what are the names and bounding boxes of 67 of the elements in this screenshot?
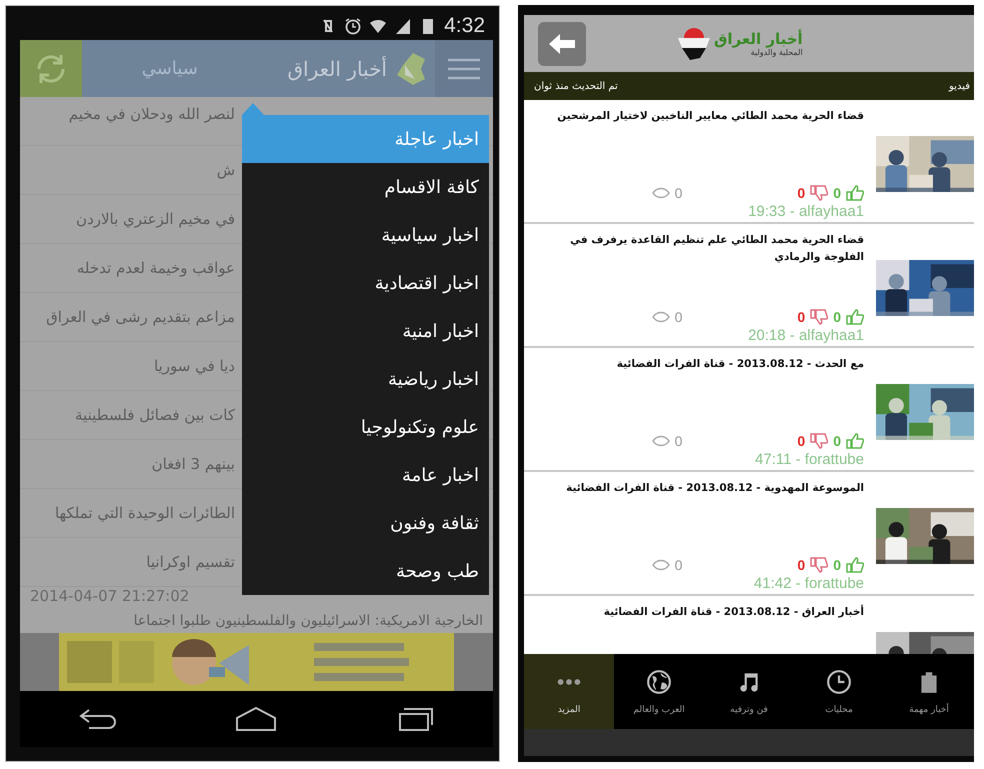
video-meta: 20:18 - alfayhaa1 <box>748 327 864 344</box>
eye-icon <box>652 433 670 449</box>
section-title: سياسي <box>140 58 199 79</box>
arrow-icon <box>549 34 575 54</box>
menu-item[interactable]: اخبار عامة <box>242 451 489 499</box>
view-count: 0 <box>674 557 682 573</box>
video-title[interactable]: الموسوعة المهدوية - 2013.08.12 - قناة الفرات الفضائية <box>534 480 864 497</box>
refresh-button[interactable] <box>20 40 82 97</box>
home-icon[interactable] <box>234 706 278 732</box>
app-title: أخبار العراق <box>288 56 387 80</box>
menu-item[interactable]: طب وصحة <box>242 547 489 595</box>
clock-icon <box>826 668 852 694</box>
like-count: 0 <box>833 557 841 573</box>
view-count: 0 <box>674 185 682 201</box>
video-title[interactable]: أخبار العراق - 2013.08.12 - قناة الفرات الفضائية <box>534 604 864 621</box>
alarm-icon <box>344 17 362 35</box>
status-time: 4:32 <box>444 14 485 38</box>
like-count: 0 <box>833 309 841 325</box>
dislike-count: 0 <box>797 433 806 449</box>
dislike-count: 0 <box>797 185 806 201</box>
tab[interactable]: أخبار مهمة <box>884 654 974 729</box>
wifi-icon <box>369 17 388 35</box>
tab[interactable]: المزيد <box>524 654 614 729</box>
menu-item[interactable]: ثقافة وفنون <box>242 499 489 547</box>
globe-icon <box>646 668 672 694</box>
video-meta: 47:11 - forattube <box>755 451 864 468</box>
menu-item[interactable]: كافة الاقسام <box>242 163 489 211</box>
tab[interactable]: العرب والعالم <box>614 654 704 729</box>
video-title[interactable]: قضاء الحرية محمد الطائي علم تنظيم القاعدة يرفرف في الفلوجة والرمادي <box>534 232 864 266</box>
video-meta: 41:42 - forattube <box>754 575 864 592</box>
thumbs-up-icon[interactable] <box>846 433 864 449</box>
update-status: تم التحديث منذ ثوان <box>534 80 618 92</box>
eye-icon <box>652 309 670 325</box>
thumbs-up-icon[interactable] <box>846 309 864 325</box>
thumbs-down-icon[interactable] <box>810 185 828 201</box>
menu-item[interactable]: اخبار امنية <box>242 307 489 355</box>
video-title[interactable]: مع الحدث - 2013.08.12 - قناة الفرات الفضائية <box>534 356 864 373</box>
thumbs-down-icon[interactable] <box>810 309 828 325</box>
logo-title: أخبار العراق <box>714 30 803 48</box>
thumbs-up-icon[interactable] <box>846 557 864 573</box>
like-count: 0 <box>833 185 841 201</box>
thumbs-down-icon[interactable] <box>810 433 828 449</box>
menu-item[interactable]: اخبار سياسية <box>242 211 489 259</box>
back-button[interactable] <box>538 22 586 66</box>
eye-icon <box>652 185 670 201</box>
eye-icon <box>652 557 670 573</box>
tab[interactable]: فن وترفيه <box>704 654 794 729</box>
menu-item[interactable]: علوم وتكنولوجيا <box>242 403 489 451</box>
like-count: 0 <box>833 433 841 449</box>
logo-subtitle: المحلية والدولية <box>750 48 803 57</box>
view-count: 0 <box>674 309 682 325</box>
menu-item[interactable]: اخبار رياضية <box>242 355 489 403</box>
tab[interactable]: محليات <box>794 654 884 729</box>
menu-icon <box>448 58 480 80</box>
video-title[interactable]: قضاء الحرية محمد الطائي معايير الناخبين لاختيار المرشحين <box>534 108 864 125</box>
video-meta: 19:33 - alfayhaa1 <box>748 203 864 220</box>
dislike-count: 0 <box>797 309 806 325</box>
dislike-count: 0 <box>797 557 806 573</box>
section-label: فيديو <box>949 80 970 92</box>
menu-button[interactable] <box>435 40 493 97</box>
menu-item[interactable]: اخبار اقتصادية <box>242 259 489 307</box>
signal-icon <box>394 17 412 35</box>
news-timestamp: 2014-04-07 21:27:02 <box>29 587 190 607</box>
more-icon <box>557 678 581 684</box>
thumbs-up-icon[interactable] <box>846 185 864 201</box>
thumbs-down-icon[interactable] <box>810 557 828 573</box>
view-count: 0 <box>674 433 682 449</box>
